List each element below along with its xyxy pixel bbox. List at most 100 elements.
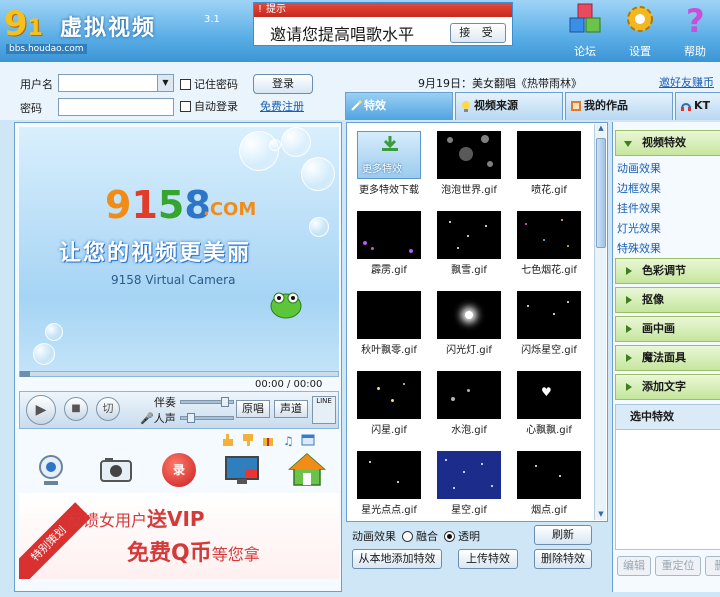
camera-icon[interactable]: [97, 451, 135, 489]
accompany-slider[interactable]: [180, 397, 234, 407]
subitem-lighting[interactable]: 灯光效果: [617, 220, 661, 236]
scroll-down-icon[interactable]: ▼: [596, 510, 606, 520]
effect-thumb[interactable]: ♥: [517, 371, 581, 419]
login-button[interactable]: 登录: [253, 74, 313, 94]
category-color-adjust[interactable]: 色彩调节: [615, 258, 720, 284]
thumb-up-icon[interactable]: [221, 433, 235, 447]
accept-button[interactable]: 接 受: [450, 23, 506, 43]
effect-heart-float[interactable]: ♥ 心飘飘.gif: [509, 367, 589, 445]
radio-circle[interactable]: [444, 530, 455, 542]
music-icon[interactable]: ♫: [281, 433, 295, 447]
effect-thumb[interactable]: [517, 451, 581, 499]
category-keying[interactable]: 抠像: [615, 287, 720, 313]
effect-starry-sky[interactable]: 星空.gif: [429, 447, 509, 521]
effect-thumb[interactable]: [357, 211, 421, 259]
effect-water-bubble[interactable]: 水泡.gif: [429, 367, 509, 445]
category-pip[interactable]: 画中画: [615, 316, 720, 342]
reposition-button[interactable]: 重定位: [655, 556, 701, 576]
add-local-effect-button[interactable]: 从本地添加特效: [352, 549, 442, 569]
promo-banner[interactable]: 特别策划 反馈女用户送VIP 免费Q币等您拿: [19, 493, 339, 579]
original-vocal-button[interactable]: 原唱: [236, 400, 270, 418]
window-icon[interactable]: [301, 433, 315, 447]
username-combo[interactable]: ▼: [58, 74, 174, 92]
effect-twinkle-sky[interactable]: 闪烁星空.gif: [509, 287, 589, 365]
blend-radio[interactable]: 融合: [402, 528, 438, 544]
refresh-button[interactable]: 刷新: [534, 525, 592, 545]
effects-scrollbar[interactable]: ▲ ▼: [594, 124, 606, 520]
effect-thumb[interactable]: [437, 131, 501, 179]
effect-thumb[interactable]: [357, 291, 421, 339]
channel-button[interactable]: 声道: [274, 400, 308, 418]
upload-effect-button[interactable]: 上传特效: [458, 549, 518, 569]
cut-button[interactable]: 切: [96, 397, 120, 421]
effect-thumb[interactable]: [517, 131, 581, 179]
effect-thumb[interactable]: [437, 371, 501, 419]
effect-thumb[interactable]: [437, 451, 501, 499]
monitor-icon[interactable]: [223, 451, 261, 489]
effect-thumb[interactable]: [357, 451, 421, 499]
seek-bar[interactable]: [19, 371, 339, 377]
category-add-text[interactable]: 添加文字: [615, 374, 720, 400]
transparent-radio[interactable]: 透明: [444, 528, 480, 544]
effect-more-download[interactable]: 更多特效 更多特效下载: [349, 127, 429, 205]
home-icon[interactable]: [287, 451, 326, 489]
tab-effects[interactable]: 特效: [345, 92, 453, 120]
effect-thumb[interactable]: [437, 211, 501, 259]
slider-knob[interactable]: [221, 397, 229, 407]
effect-flash-star[interactable]: 闪星.gif: [349, 367, 429, 445]
record-button[interactable]: 录: [161, 453, 196, 487]
tab-my-works[interactable]: 我的作品: [565, 92, 673, 120]
news-ticker[interactable]: 9月19日：美女翻唱《热带雨林》: [418, 75, 582, 91]
video-preview[interactable]: 9158 .COM 让您的视频更美丽 9158 Virtual Camera: [19, 127, 339, 371]
tab-video-source[interactable]: 视频来源: [455, 92, 563, 120]
auto-login-checkbox[interactable]: 自动登录: [180, 98, 238, 114]
subitem-special[interactable]: 特殊效果: [617, 240, 661, 256]
effect-snow[interactable]: 飘雪.gif: [429, 207, 509, 285]
effect-thumb[interactable]: [517, 291, 581, 339]
checkbox-box[interactable]: [180, 100, 191, 112]
seek-thumb[interactable]: [20, 371, 30, 377]
edit-button[interactable]: 编辑: [617, 556, 651, 576]
remove-button[interactable]: 删: [705, 556, 720, 576]
subitem-pendant[interactable]: 挂件效果: [617, 200, 661, 216]
thumb-down-icon[interactable]: [241, 433, 255, 447]
voice-slider[interactable]: [180, 413, 234, 423]
effect-autumn-leaves[interactable]: 秋叶飘零.gif: [349, 287, 429, 365]
gift-icon[interactable]: [261, 433, 275, 447]
line-indicator[interactable]: LINE: [312, 396, 336, 424]
delete-effect-button[interactable]: 删除特效: [534, 549, 592, 569]
effect-fireworks[interactable]: 七色烟花.gif: [509, 207, 589, 285]
stop-button[interactable]: ■: [64, 397, 88, 421]
webcam-icon[interactable]: [32, 451, 70, 489]
invite-friend-link[interactable]: 邀好友赚币: [659, 74, 714, 90]
radio-circle[interactable]: [402, 530, 413, 542]
subitem-border[interactable]: 边框效果: [617, 180, 661, 196]
effect-smoke-dots[interactable]: 烟点.gif: [509, 447, 589, 521]
subitem-animation[interactable]: 动画效果: [617, 160, 661, 176]
remember-checkbox[interactable]: 记住密码: [180, 76, 238, 92]
settings-button[interactable]: 设置: [617, 2, 663, 58]
effect-thunder[interactable]: 霹雳.gif: [349, 207, 429, 285]
category-video-effects[interactable]: 视频特效: [615, 130, 720, 156]
category-magic-mask[interactable]: 魔法面具: [615, 345, 720, 371]
slider-knob[interactable]: [187, 413, 195, 423]
chevron-down-icon[interactable]: ▼: [157, 75, 173, 91]
effect-thumb[interactable]: [437, 291, 501, 339]
scroll-up-icon[interactable]: ▲: [596, 124, 606, 134]
scroll-thumb[interactable]: [596, 138, 606, 248]
password-input[interactable]: [58, 98, 174, 116]
effect-bubble-world[interactable]: 泡泡世界.gif: [429, 127, 509, 205]
effect-thumb[interactable]: [357, 371, 421, 419]
more-effects-thumb[interactable]: 更多特效: [357, 131, 421, 179]
tab-ktv[interactable]: KT: [675, 92, 720, 120]
play-button[interactable]: ▶: [26, 395, 56, 425]
effect-starlight-dots[interactable]: 星光点点.gif: [349, 447, 429, 521]
help-button[interactable]: ? 帮助: [672, 2, 718, 58]
effect-thumb[interactable]: [517, 211, 581, 259]
selected-effects-list[interactable]: [615, 430, 720, 550]
forum-button[interactable]: 论坛: [562, 2, 608, 58]
effect-flash-light[interactable]: 闪光灯.gif: [429, 287, 509, 365]
checkbox-box[interactable]: [180, 78, 191, 90]
effect-spray-flower[interactable]: 喷花.gif: [509, 127, 589, 205]
register-link[interactable]: 免费注册: [260, 98, 304, 114]
